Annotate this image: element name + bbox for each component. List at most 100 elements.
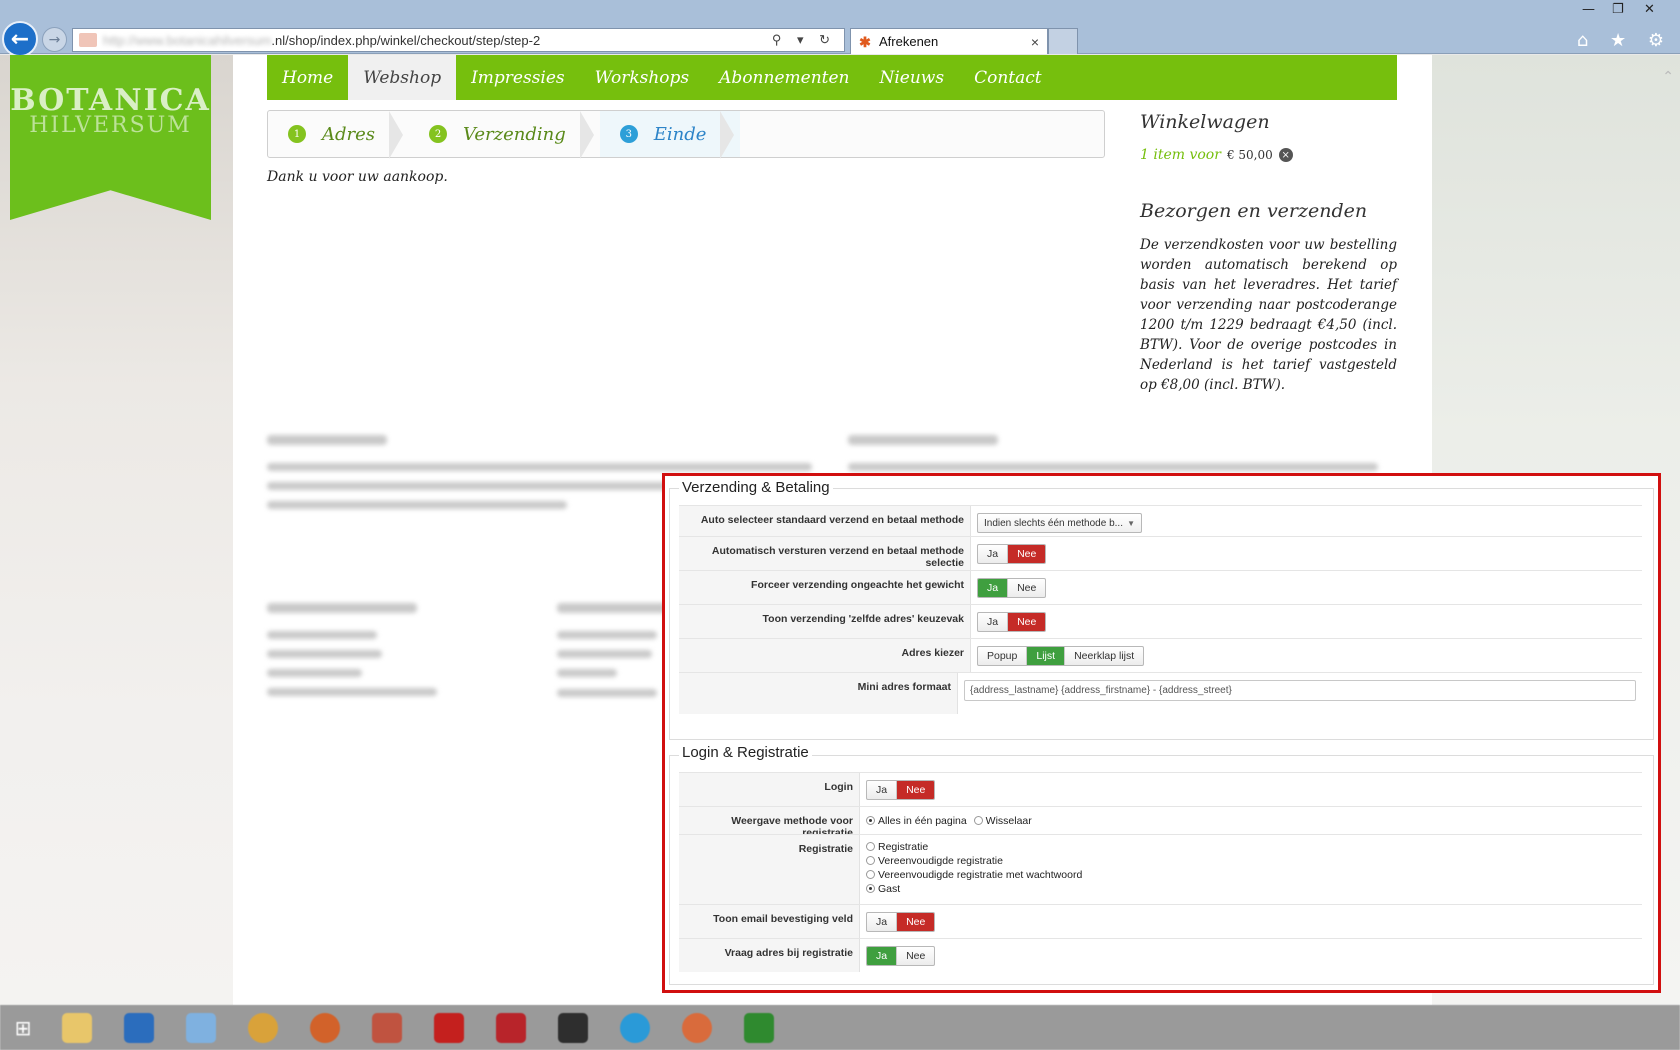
taskbar-item[interactable]	[480, 1005, 542, 1050]
yes-option[interactable]: Ja	[867, 913, 896, 931]
radio-vereenvoudigde-registratie[interactable]	[866, 856, 875, 865]
no-option[interactable]: Nee	[1007, 613, 1046, 631]
auto-submit-toggle: Ja Nee	[977, 544, 1047, 564]
tab-close-icon[interactable]: ×	[1031, 34, 1039, 50]
setting-row: Forceer verzending ongeachte het gewicht…	[679, 570, 1642, 604]
setting-label: Toon verzending 'zelfde adres' keuzevak	[679, 605, 971, 638]
option-lijst[interactable]: Lijst	[1026, 647, 1065, 665]
taskbar-item[interactable]	[418, 1005, 480, 1050]
internet-explorer-icon	[186, 1012, 216, 1043]
yes-option[interactable]: Ja	[978, 613, 1007, 631]
setting-row: Toon email bevestiging veld Ja Nee	[679, 904, 1642, 938]
radio-gast[interactable]	[866, 884, 875, 893]
taskbar-item[interactable]	[232, 1005, 294, 1050]
step-label: Adres	[322, 123, 376, 145]
taskbar-item[interactable]	[46, 1005, 108, 1050]
taskbar-item[interactable]	[170, 1005, 232, 1050]
acrobat-icon	[496, 1012, 526, 1043]
step-number: 1	[288, 125, 306, 143]
setting-value: Alles in één pagina Wisselaar	[860, 807, 1038, 834]
email-confirm-toggle: Ja Nee	[866, 912, 936, 932]
forward-button[interactable]: →	[42, 27, 67, 52]
outlook-icon	[124, 1012, 154, 1043]
scroll-up-icon[interactable]: ⌃	[1662, 69, 1674, 85]
back-arrow-icon: ←	[10, 26, 30, 52]
setting-row: Login Ja Nee	[679, 772, 1642, 806]
search-refresh-icons[interactable]: ⚲ ▾ ↻	[772, 32, 836, 48]
nav-item-webshop[interactable]: Webshop	[348, 55, 457, 100]
mini-address-input[interactable]	[964, 680, 1636, 701]
taskbar-item[interactable]	[108, 1005, 170, 1050]
taskbar-item[interactable]	[294, 1005, 356, 1050]
shipping-payment-legend: Verzending & Betaling	[679, 479, 833, 496]
nav-item-impressies[interactable]: Impressies	[456, 55, 580, 100]
no-option[interactable]: Nee	[896, 781, 935, 799]
taskbar: ⊞	[0, 1005, 1680, 1050]
remove-icon[interactable]: ×	[1278, 148, 1293, 162]
nav-item-abonnementen[interactable]: Abonnementen	[704, 55, 864, 100]
blurred-footer-block	[267, 603, 467, 707]
no-option[interactable]: Nee	[896, 913, 935, 931]
cart-price: € 50,00	[1226, 148, 1273, 162]
login-registration-legend: Login & Registratie	[679, 744, 812, 761]
auto-select-dropdown[interactable]: Indien slechts één methode b... ▼	[977, 513, 1142, 533]
flash-icon	[434, 1012, 464, 1043]
nav-item-nieuws[interactable]: Nieuws	[864, 55, 959, 100]
browser-tab[interactable]: ✱ Afrekenen ×	[850, 28, 1048, 54]
cart-summary: 1 item voor € 50,00 ×	[1140, 147, 1293, 163]
taskbar-item[interactable]	[356, 1005, 418, 1050]
start-button[interactable]: ⊞	[0, 1005, 46, 1050]
setting-value	[958, 673, 1642, 714]
step-verzending[interactable]: 2 Verzending	[409, 111, 600, 159]
cart-items-link[interactable]: 1 item voor	[1140, 147, 1221, 163]
taskbar-item[interactable]	[604, 1005, 666, 1050]
nav-item-contact[interactable]: Contact	[959, 55, 1057, 100]
new-tab-button[interactable]	[1048, 28, 1078, 54]
skype-icon	[620, 1012, 650, 1043]
restore-icon[interactable]: ❐	[1612, 2, 1624, 17]
yes-option[interactable]: Ja	[978, 579, 1008, 597]
back-button[interactable]: ←	[2, 21, 38, 57]
option-neerklap-lijst[interactable]: Neerklap lijst	[1064, 647, 1143, 665]
yes-option[interactable]: Ja	[867, 781, 896, 799]
steam-icon	[558, 1012, 588, 1043]
step-adres[interactable]: 1 Adres	[268, 111, 409, 159]
setting-label: Registratie	[679, 835, 860, 904]
no-option[interactable]: Nee	[896, 947, 934, 965]
yes-option[interactable]: Ja	[867, 947, 897, 965]
setting-label: Toon email bevestiging veld	[679, 905, 860, 938]
tab-title: Afrekenen	[879, 34, 939, 49]
address-picker-toggle: Popup Lijst Neerklap lijst	[977, 646, 1145, 666]
radio-label: Alles in één pagina	[878, 815, 967, 827]
minimize-icon[interactable]: —	[1582, 2, 1595, 17]
thank-you-message: Dank u voor uw aankoop.	[267, 169, 448, 185]
setting-value: Ja Nee	[860, 905, 941, 938]
forward-arrow-icon: →	[48, 31, 61, 48]
address-bar[interactable]: http://www.botanicahilversum .nl/shop/in…	[72, 28, 845, 52]
main-navigation: Home Webshop Impressies Workshops Abonne…	[267, 55, 1397, 100]
nav-item-workshops[interactable]: Workshops	[580, 55, 705, 100]
setting-label: Login	[679, 773, 860, 806]
setting-label: Automatisch versturen verzend en betaal …	[679, 537, 971, 570]
radio-registratie[interactable]	[866, 842, 875, 851]
radio-label: Registratie	[878, 841, 929, 853]
app-icon	[682, 1012, 712, 1043]
dropdown-value: Indien slechts één methode b...	[984, 517, 1123, 529]
yes-option[interactable]: Ja	[978, 545, 1007, 563]
setting-label: Forceer verzending ongeachte het gewicht	[679, 571, 971, 604]
radio-wisselaar[interactable]	[973, 816, 983, 825]
no-option[interactable]: Nee	[1007, 545, 1046, 563]
radio-alles-in-een-pagina[interactable]	[866, 816, 875, 825]
setting-label: Adres kiezer	[679, 639, 971, 672]
close-window-icon[interactable]: ✕	[1644, 2, 1655, 17]
browser-toolbar-icons[interactable]: ⌂ ★ ⚙	[1577, 30, 1672, 51]
option-popup[interactable]: Popup	[978, 647, 1026, 665]
file-explorer-icon	[62, 1012, 92, 1043]
no-option[interactable]: Nee	[1007, 579, 1045, 597]
radio-vereenvoudigde-registratie-met-wachtwoord[interactable]	[866, 870, 875, 879]
taskbar-item[interactable]	[666, 1005, 728, 1050]
taskbar-item[interactable]	[728, 1005, 790, 1050]
nav-item-home[interactable]: Home	[267, 55, 348, 100]
radio-label: Wisselaar	[985, 815, 1032, 827]
taskbar-item[interactable]	[542, 1005, 604, 1050]
